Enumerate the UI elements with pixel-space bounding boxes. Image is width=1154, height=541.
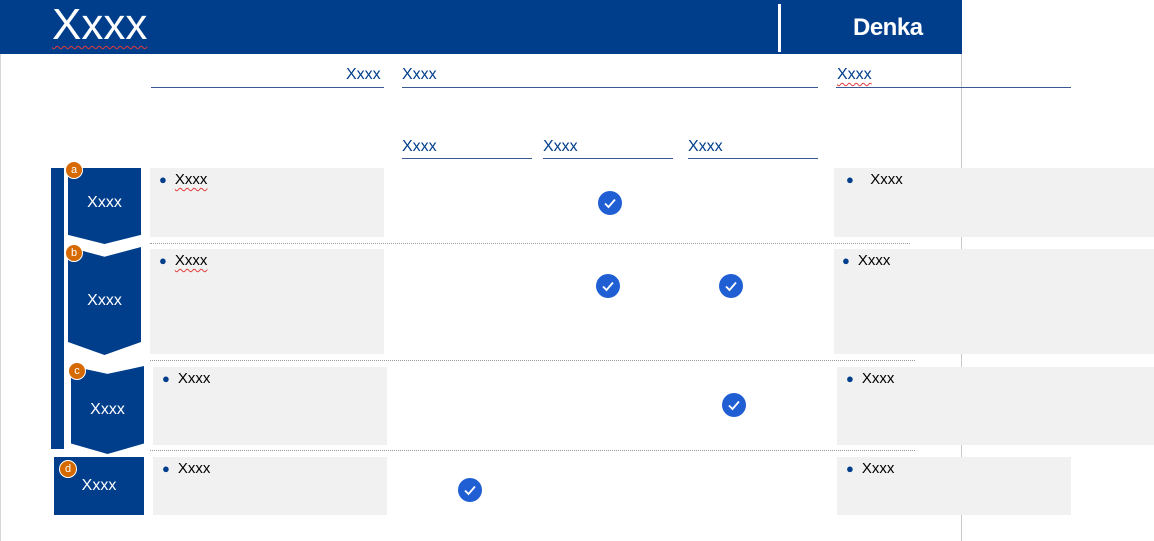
stage-d-right-box[interactable]: ● Xxxx	[837, 457, 1071, 515]
bullet-item: ● Xxxx	[842, 252, 891, 269]
slide-left-edge	[0, 54, 1, 541]
column-header-left[interactable]: Xxxx	[346, 66, 381, 84]
column-header-right-rule	[836, 87, 1071, 88]
bullet-item: ● Xxxx	[846, 171, 903, 188]
row-separator	[150, 360, 915, 361]
denka-logo: Denka	[853, 14, 923, 41]
bullet-item: ● Xxxx	[159, 252, 208, 269]
column-header-group-rule	[402, 87, 818, 88]
stage-chevron-b[interactable]: Xxxx	[68, 247, 141, 355]
process-bar	[51, 168, 64, 449]
bullet-dot-icon: ●	[842, 253, 850, 268]
bullet-dot-icon: ●	[846, 172, 854, 187]
bullet-item: ● Xxxx	[846, 370, 895, 387]
bullet-dot-icon: ●	[162, 461, 170, 476]
bullet-dot-icon: ●	[846, 461, 854, 476]
stage-label-c: Xxxx	[90, 401, 125, 418]
stage-label-d: Xxxx	[81, 476, 117, 494]
header-divider	[778, 4, 781, 52]
column-header-right[interactable]: Xxxx	[837, 66, 872, 84]
check-circle-icon[interactable]	[596, 274, 620, 298]
stage-b-left-box[interactable]: ● Xxxx	[150, 249, 384, 354]
stage-a-right-box[interactable]: ● Xxxx	[834, 168, 1154, 237]
subcolumn-rule-3	[688, 158, 818, 159]
stage-label-b: Xxxx	[87, 292, 122, 309]
column-header-group[interactable]: Xxxx	[402, 66, 437, 84]
slide-title[interactable]: Xxxx	[52, 0, 147, 54]
subcolumn-rule-1	[402, 158, 532, 159]
bullet-item: ● Xxxx	[162, 370, 211, 387]
check-circle-icon[interactable]	[722, 393, 746, 417]
check-circle-icon[interactable]	[458, 478, 482, 502]
bullet-dot-icon: ●	[846, 371, 854, 386]
bullet-dot-icon: ●	[159, 253, 167, 268]
stage-b-right-box[interactable]: ● Xxxx	[834, 249, 1154, 354]
stage-chevron-c[interactable]: Xxxx	[71, 366, 144, 454]
bullet-item: ● Xxxx	[846, 460, 895, 477]
bullet-dot-icon: ●	[159, 172, 167, 187]
bullet-dot-icon: ●	[162, 371, 170, 386]
check-circle-icon[interactable]	[598, 191, 622, 215]
check-circle-icon[interactable]	[719, 274, 743, 298]
stage-c-right-box[interactable]: ● Xxxx	[837, 367, 1154, 445]
stage-label-a: Xxxx	[87, 194, 122, 211]
row-separator	[150, 243, 910, 244]
subcolumn-header-1[interactable]: Xxxx	[402, 138, 437, 156]
stage-badge-b: b	[65, 244, 83, 262]
bullet-item: ● Xxxx	[162, 460, 211, 477]
stage-badge-c: c	[68, 362, 86, 380]
stage-chevron-a[interactable]: Xxxx	[68, 168, 141, 244]
stage-badge-a: a	[65, 161, 83, 179]
stage-c-left-box[interactable]: ● Xxxx	[153, 367, 387, 445]
row-separator	[150, 450, 915, 451]
bullet-item: ● Xxxx	[159, 171, 208, 188]
column-header-left-rule	[151, 87, 384, 88]
stage-d-left-box[interactable]: ● Xxxx	[153, 457, 387, 515]
subcolumn-header-2[interactable]: Xxxx	[543, 138, 578, 156]
stage-badge-d: d	[59, 460, 77, 478]
subcolumn-rule-2	[543, 158, 673, 159]
subcolumn-header-3[interactable]: Xxxx	[688, 138, 723, 156]
stage-a-left-box[interactable]: ● Xxxx	[150, 168, 384, 237]
